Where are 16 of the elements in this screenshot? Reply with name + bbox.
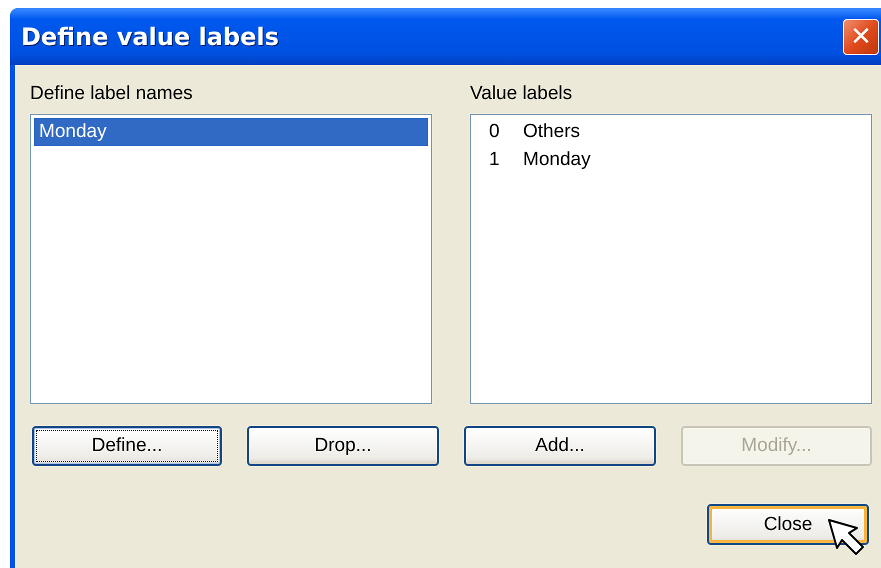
dialog-button[interactable]: Drop... (247, 426, 439, 466)
window-title: Define value labels (21, 22, 279, 50)
value-code: 0 (488, 120, 501, 144)
list-item[interactable]: Monday (34, 118, 428, 146)
close-button[interactable]: ✕ (843, 18, 879, 54)
cursor-icon (827, 518, 867, 558)
list-heading: Value labels (470, 83, 572, 105)
value-code: 1 (488, 148, 501, 172)
close-dialog-button[interactable]: Close (707, 504, 869, 545)
value-label: Monday (523, 148, 591, 172)
dialog-button[interactable]: Define... (32, 426, 222, 466)
label-names-list[interactable]: Monday (30, 114, 432, 404)
dialog-button[interactable]: Add... (464, 426, 656, 466)
value-labels-list[interactable]: 0 Others 1 Monday (470, 114, 872, 404)
value-label: Others (523, 120, 580, 144)
list-heading: Define label names (30, 83, 193, 105)
